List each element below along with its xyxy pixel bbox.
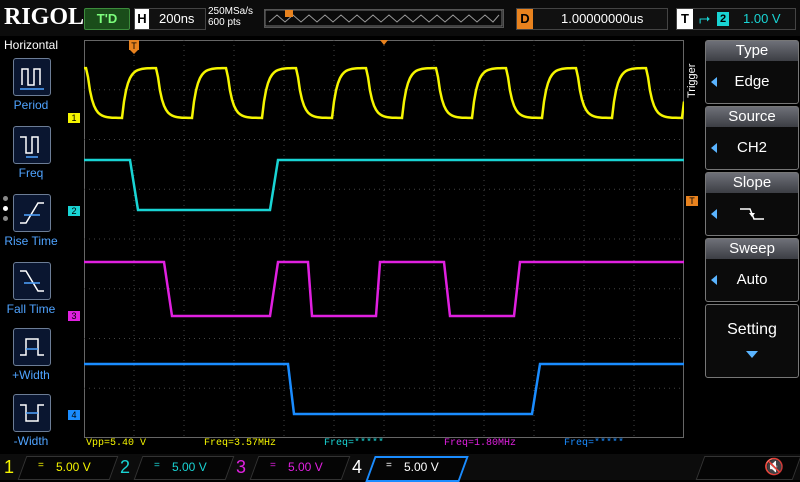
trigger-key: T xyxy=(677,9,693,29)
ch3-offset-marker[interactable]: 3 xyxy=(68,311,80,321)
ch3-freq-measurement: Freq=1.80MHz xyxy=(444,438,517,449)
dc-coupling-icon: = xyxy=(154,460,160,471)
brand-logo: RIGOL xyxy=(4,4,85,30)
page-dot xyxy=(3,216,8,221)
sound-area xyxy=(695,456,800,480)
trigger-level: 1.00 V xyxy=(743,11,781,26)
ch3-number: 3 xyxy=(236,457,247,477)
period-icon xyxy=(20,68,44,90)
ch1-vpp-measurement: Vpp=5.40 V xyxy=(86,438,147,449)
ch1-scale: 5.00 V xyxy=(56,460,91,474)
left-arrow-icon xyxy=(711,77,717,87)
delay-key: D xyxy=(517,9,533,29)
trigger-display[interactable]: T ⮣ 2 1.00 V xyxy=(676,8,796,30)
delay-value: 1.00000000us xyxy=(561,11,644,26)
period-label: Period xyxy=(13,98,49,112)
chevron-down-icon xyxy=(746,351,758,358)
ch4-waveform xyxy=(84,362,684,416)
memory-depth: 600 pts xyxy=(208,17,241,28)
trigger-position-label: T xyxy=(131,41,137,51)
falling-edge-icon xyxy=(740,208,764,220)
ch1-offset-marker[interactable]: 1 xyxy=(68,113,80,123)
sample-rate: 250MSa/s xyxy=(208,6,254,17)
ch2-scale: 5.00 V xyxy=(172,460,207,474)
freq-label: Freq xyxy=(18,166,44,180)
page-dot xyxy=(3,196,8,201)
memory-overview-waveform xyxy=(265,10,503,27)
negative-width-label: -Width xyxy=(13,434,49,448)
trigger-slope-value xyxy=(706,195,798,233)
ch4-scale: 5.00 V xyxy=(404,460,439,474)
left-arrow-icon xyxy=(711,209,717,219)
trigger-type-value: Edge xyxy=(734,73,770,90)
trigger-level-marker[interactable]: T xyxy=(686,196,698,206)
memory-overview-bar[interactable] xyxy=(264,9,504,28)
waveform-display[interactable]: T xyxy=(84,40,684,438)
trigger-setting-button[interactable]: Setting xyxy=(705,304,799,378)
trigger-sweep-menu[interactable]: Sweep Auto xyxy=(705,238,799,302)
trigger-source-heading: Source xyxy=(706,107,798,127)
freq-icon xyxy=(20,136,39,158)
speaker-muted-icon[interactable]: 🔇 xyxy=(764,457,784,477)
left-panel-title: Horizontal xyxy=(3,38,59,52)
rising-edge-icon: ⮣ xyxy=(699,10,711,26)
delay-display[interactable]: D 1.00000000us xyxy=(516,8,668,30)
ch2-freq-measurement: Freq=***** xyxy=(324,438,385,449)
run-state-badge[interactable]: T'D xyxy=(84,8,130,30)
rise-time-label: Rise Time xyxy=(4,234,58,248)
page-dot-active xyxy=(3,206,8,211)
positive-width-button[interactable] xyxy=(13,328,51,366)
freq-button[interactable] xyxy=(13,126,51,164)
ch1-settings[interactable]: 1 = 5.00 V xyxy=(4,456,119,480)
ch4-freq-measurement: Freq=***** xyxy=(564,438,625,449)
ch4-number: 4 xyxy=(352,457,363,477)
timebase-key: H xyxy=(135,9,149,29)
rise-time-button[interactable] xyxy=(13,194,51,232)
trigger-source-channel: 2 xyxy=(717,12,729,26)
trigger-type-menu[interactable]: Type Edge xyxy=(705,40,799,104)
trigger-source-value: CH2 xyxy=(736,139,767,156)
left-arrow-icon xyxy=(711,143,717,153)
dc-coupling-icon: = xyxy=(270,460,276,471)
fall-time-icon xyxy=(20,270,44,292)
center-marker xyxy=(380,40,388,45)
ch2-number: 2 xyxy=(120,457,131,477)
ch2-offset-marker[interactable]: 2 xyxy=(68,206,80,216)
rise-time-icon xyxy=(20,202,44,224)
dc-coupling-icon: = xyxy=(386,460,392,471)
graticule xyxy=(84,40,684,438)
trigger-sweep-heading: Sweep xyxy=(706,239,798,259)
negative-width-button[interactable] xyxy=(13,394,51,432)
ch2-settings[interactable]: 2 = 5.00 V xyxy=(120,456,235,480)
fall-time-label: Fall Time xyxy=(6,302,56,316)
pos-width-icon xyxy=(20,338,44,356)
neg-width-icon xyxy=(20,404,44,422)
timebase-value: 200ns xyxy=(159,11,195,26)
trigger-type-heading: Type xyxy=(706,41,798,61)
ch3-settings[interactable]: 3 = 5.00 V xyxy=(236,456,351,480)
timebase-display[interactable]: H 200ns xyxy=(134,8,206,30)
ch3-scale: 5.00 V xyxy=(288,460,323,474)
trigger-slope-heading: Slope xyxy=(706,173,798,193)
fall-time-button[interactable] xyxy=(13,262,51,300)
ch4-offset-marker[interactable]: 4 xyxy=(68,410,80,420)
trigger-position-marker: T xyxy=(129,40,139,54)
trigger-slope-menu[interactable]: Slope xyxy=(705,172,799,236)
trigger-sweep-value: Auto xyxy=(736,271,768,288)
dc-coupling-icon: = xyxy=(38,460,44,471)
period-button[interactable] xyxy=(13,58,51,96)
positive-width-label: +Width xyxy=(12,368,50,382)
trigger-source-menu[interactable]: Source CH2 xyxy=(705,106,799,170)
acquisition-info: 250MSa/s 600 pts xyxy=(208,6,253,28)
left-arrow-icon xyxy=(711,275,717,285)
menu-section-title: Trigger xyxy=(686,63,698,98)
ch4-settings[interactable]: 4 = 5.00 V xyxy=(352,456,469,482)
setting-label: Setting xyxy=(727,321,777,338)
ch1-freq-measurement: Freq=3.57MHz xyxy=(204,438,277,449)
ch1-number: 1 xyxy=(4,457,15,477)
